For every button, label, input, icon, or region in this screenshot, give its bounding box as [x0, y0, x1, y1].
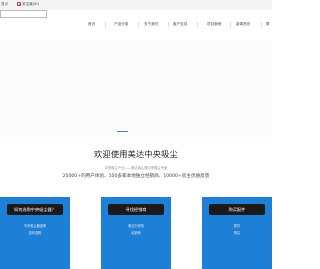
nav-divider	[230, 22, 231, 27]
nav-item-cases[interactable]: 项目案例	[207, 22, 221, 27]
hero-banner[interactable]	[0, 40, 272, 137]
weibo-icon	[17, 2, 21, 6]
card-how-to-choose: 如何选购中央吸尘器？ 中央吸尘器选购 如何选购	[0, 197, 70, 269]
top-bar: 显示 关注我(Sl)	[0, 0, 272, 10]
weibo-follow-label: 关注我(Sl)	[22, 1, 39, 6]
card-link[interactable]: 美达中央吸	[101, 223, 171, 228]
card-link[interactable]: 购买	[202, 230, 272, 235]
nav-item-about[interactable]: 关于我们	[144, 22, 158, 27]
card-link[interactable]: 如何选购	[0, 230, 70, 235]
nav-divider	[197, 22, 198, 27]
nav-divider	[105, 22, 106, 27]
buy-parts-button[interactable]: 购买配件	[209, 204, 265, 215]
find-dealer-button[interactable]: 寻找经销商	[108, 204, 164, 215]
nav-item-products[interactable]: 产品分类	[114, 22, 128, 27]
search-input[interactable]	[0, 10, 47, 18]
nav-divider	[138, 22, 139, 27]
nav-item-news[interactable]: 新闻资讯	[236, 22, 250, 27]
top-bar-text: 显示	[1, 2, 9, 6]
intro-subtitle: 中央吸尘产业——美达用心做中央吸尘专家	[104, 165, 168, 170]
nav-item-contact[interactable]: 联	[266, 22, 270, 27]
intro-stats: 25000+的用户体验、100多家本地独立经销商、10000+房主优质反馈	[62, 174, 210, 179]
slide-indicator[interactable]	[117, 131, 128, 133]
card-link[interactable]: 经销商	[101, 230, 171, 235]
how-to-choose-button[interactable]: 如何选购中央吸尘器？	[7, 204, 63, 215]
nav-item-support[interactable]: 客户支持	[173, 22, 187, 27]
card-buy-parts: 购买配件 配件 购买	[202, 197, 272, 269]
card-link[interactable]: 配件	[202, 223, 272, 228]
weibo-follow-link[interactable]: 关注我(Sl)	[17, 2, 39, 7]
nav-divider	[261, 22, 262, 27]
nav-item-home[interactable]: 首页	[88, 22, 95, 27]
card-find-dealer: 寻找经销商 美达中央吸 经销商	[101, 197, 171, 269]
page-title: 欢迎使用美达中央吸尘	[94, 149, 178, 159]
card-link[interactable]: 中央吸尘器选购	[0, 223, 70, 228]
nav-divider	[168, 22, 169, 27]
